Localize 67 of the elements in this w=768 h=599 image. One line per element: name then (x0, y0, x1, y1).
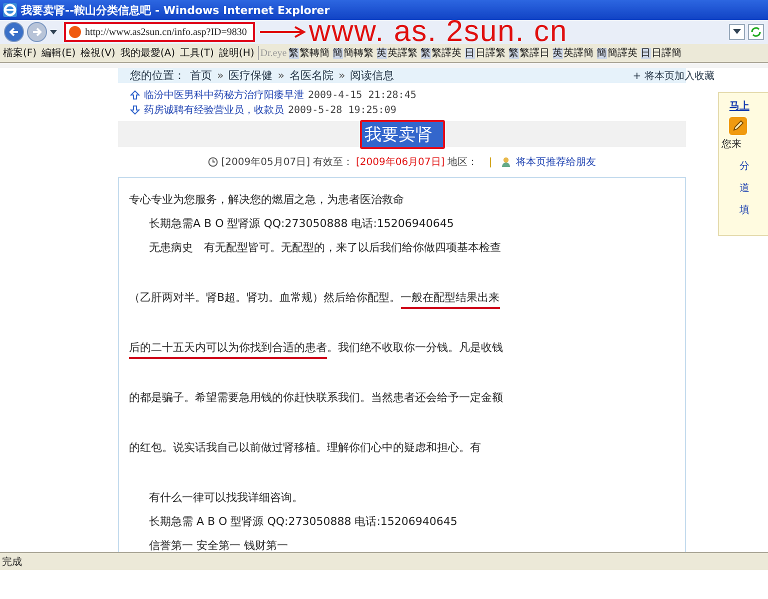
article-line: 的红包。说实话我自己以前做过肾移植。理解你们心中的疑虑和担心。有 (129, 440, 482, 456)
add-favorite-link[interactable]: + 将本页加入收藏 (632, 68, 714, 82)
clock-icon (208, 157, 218, 167)
translate-button[interactable]: 繁繁譯日 (508, 46, 551, 60)
breadcrumb-label: 您的位置： (130, 68, 185, 83)
article-line: 后的二十五天内可以为你找到合适的患者。我们绝不收取你一分钱。凡是收钱 (129, 336, 676, 360)
menu-item[interactable]: 編輯(E) (40, 46, 77, 60)
status-text: 完成 (2, 556, 22, 568)
window-title: 我要卖肾--鞍山分类信息吧 - Windows Internet Explorer (21, 2, 330, 18)
article-title: 我要卖肾 (360, 120, 445, 148)
side-item[interactable]: 道 (739, 181, 750, 195)
related-post-link[interactable]: 药房诚聘有经验营业员，收款员 (144, 103, 284, 117)
valid-label: 有效至： (312, 156, 353, 169)
post-time: 2009-4-15 21:28:45 (308, 90, 416, 100)
dropdown-button[interactable] (729, 24, 745, 40)
translate-button[interactable]: 英英譯簡 (552, 46, 595, 60)
region-label: 地区： (448, 156, 478, 169)
recommend-link[interactable]: 将本页推荐给朋友 (516, 155, 596, 169)
article-line: 无患病史 有无配型皆可。无配型的，来了以后我们给你做四项基本检查 (148, 240, 502, 256)
forward-arrow-icon (31, 26, 43, 38)
translate-button[interactable]: 日 日譯簡 (640, 46, 683, 60)
menu-item[interactable]: 我的最愛(A) (119, 46, 176, 60)
article-line: 专心专业为您服务，解决您的燃眉之急，为患者医治救命 (129, 192, 405, 208)
menu-item[interactable]: 工具(T) (179, 46, 215, 60)
breadcrumb-link[interactable]: 首页 (190, 68, 212, 83)
side-link[interactable]: 马上 (729, 99, 750, 113)
side-caption: 您来 (721, 138, 742, 151)
annotation-text: www. as. 2sun. cn (308, 20, 568, 44)
caret-icon (733, 29, 741, 35)
menu-item[interactable]: 檢視(V) (80, 46, 116, 60)
posted-date: [2009年05月07日] (221, 156, 310, 169)
menu-item[interactable]: 檔案(F) (2, 46, 38, 60)
translate-button[interactable]: 英英譯繁 (376, 46, 419, 60)
breadcrumb-separator: » (217, 69, 224, 82)
post-time: 2009-5-28 19:25:09 (288, 104, 396, 116)
breadcrumb-link[interactable]: 医疗保健 (228, 68, 273, 83)
article-line: 信誉第一 安全第一 钱财第一 (148, 538, 289, 552)
meta-divider: | (488, 156, 492, 168)
translate-button[interactable]: 日 日譯繁 (464, 46, 507, 60)
article-line: 的都是骗子。希望需要急用钱的你赶快联系我们。当然患者还会给予一定金额 (129, 390, 504, 406)
translate-button[interactable]: 簡簡譯英 (596, 46, 639, 60)
breadcrumb-link[interactable]: 名医名院 (289, 68, 334, 83)
back-arrow-icon (8, 26, 20, 38)
site-icon (69, 26, 81, 38)
side-item[interactable]: 分 (739, 159, 750, 173)
refresh-icon (750, 26, 762, 38)
article-line: 长期急需A B O 型肾源 QQ:273050888 电话:15206940645 (148, 216, 455, 232)
side-item[interactable]: 填 (739, 203, 750, 217)
pencil-icon (729, 117, 748, 135)
annotation-arrow (260, 26, 306, 38)
translate-button[interactable]: 繁繁轉簡 (288, 46, 331, 60)
toolbar-brand: Dr.eye (260, 48, 287, 58)
translate-button[interactable]: 簡簡轉繁 (332, 46, 375, 60)
article-line: （乙肝两对半。肾B超。肾功。血常规）然后给你配型。一般在配型结果出来 (129, 286, 676, 310)
browser-logo-icon (3, 3, 17, 17)
breadcrumb-separator: » (278, 69, 284, 82)
breadcrumb-separator: » (338, 69, 346, 82)
translate-button[interactable]: 繁繁譯英 (420, 46, 463, 60)
menu-item[interactable]: 說明(H) (218, 46, 256, 60)
breadcrumb-link[interactable]: 阅读信息 (350, 68, 394, 83)
article-line: 有什么一律可以找我详细咨询。 (148, 490, 304, 506)
related-post-link[interactable]: 临汾中医男科中药秘方治疗阳痿早泄 (144, 88, 304, 102)
caret-icon[interactable] (50, 30, 57, 34)
back-button[interactable] (4, 22, 24, 42)
article-line: 长期急需 A B O 型肾源 QQ:273050888 电话:15206940645 (148, 514, 458, 530)
valid-until-date: [2009年06月07日] (356, 156, 445, 169)
address-field[interactable]: http://www.as2sun.cn/info.asp?ID=9830 (64, 22, 255, 42)
